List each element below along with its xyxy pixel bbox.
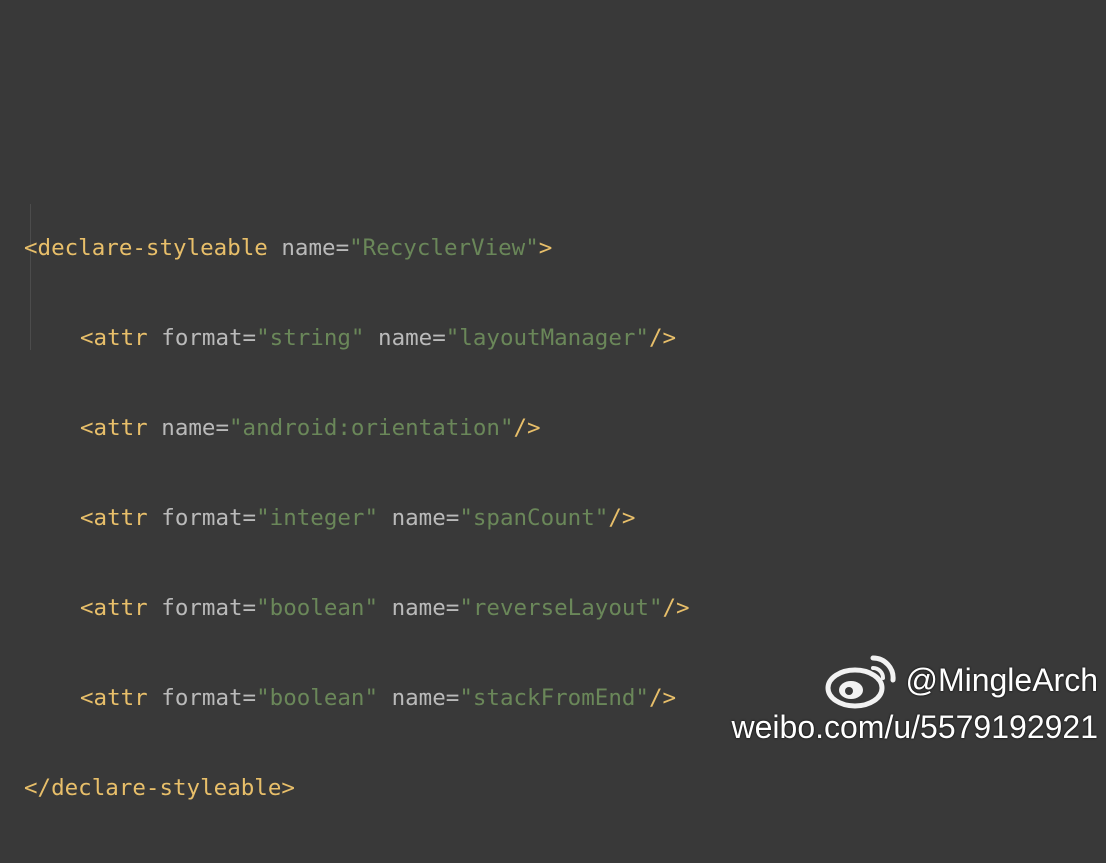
- code-line-3: <attr name="android:orientation"/>: [24, 413, 690, 443]
- weibo-logo-icon: [825, 655, 896, 709]
- attr-format: format=: [161, 685, 257, 711]
- tag-close: />: [513, 415, 541, 441]
- watermark-top: @MingleArch: [732, 650, 1098, 710]
- watermark-url: weibo.com/u/5579192921: [731, 709, 1099, 745]
- attr-format: format=: [161, 595, 257, 621]
- tag-close: />: [648, 685, 677, 711]
- code-line-2: <attr format="string" name="layoutManage…: [24, 323, 690, 353]
- attr-name-value: "reverseLayout": [459, 595, 663, 621]
- code-block[interactable]: <declare-styleable name="RecyclerView"> …: [24, 173, 690, 863]
- attr-name: name=: [378, 685, 460, 711]
- code-line-1: <declare-styleable name="RecyclerView">: [24, 233, 690, 263]
- tag-close: />: [662, 595, 690, 621]
- attr-name-value: "stackFromEnd": [459, 685, 649, 711]
- attr-name: name=: [378, 505, 460, 531]
- code-line-6: <attr format="boolean" name="stackFromEn…: [24, 683, 690, 713]
- attr-name: name=: [281, 235, 350, 261]
- attr-name: name=: [161, 415, 230, 441]
- tag-close: >: [538, 235, 553, 261]
- attr-format-value: "boolean": [256, 595, 379, 621]
- tag-close: />: [608, 505, 636, 531]
- code-line-7: </declare-styleable>: [24, 773, 690, 803]
- attr-name-value: "android:orientation": [229, 415, 514, 441]
- attr-name: name=: [378, 595, 460, 621]
- attr-format: format=: [161, 325, 257, 351]
- tag-close: />: [648, 325, 677, 351]
- watermark: @MingleArch weibo.com/u/5579192921: [731, 650, 1099, 745]
- code-line-4: <attr format="integer" name="spanCount"/…: [24, 503, 690, 533]
- tag-open: <attr: [80, 505, 162, 531]
- code-editor[interactable]: <declare-styleable name="RecyclerView"> …: [0, 0, 1106, 801]
- attr-name: name=: [364, 325, 446, 351]
- attr-format-value: "string": [256, 325, 365, 351]
- attr-name-value: "spanCount": [459, 505, 609, 531]
- tag-open: <declare-styleable: [24, 235, 282, 261]
- watermark-handle: @MingleArch: [905, 662, 1098, 698]
- tag-open: <attr: [80, 325, 162, 351]
- attr-format-value: "boolean": [256, 685, 379, 711]
- attr-value: "RecyclerView": [349, 235, 539, 261]
- attr-name-value: "layoutManager": [445, 325, 649, 351]
- tag-end: </declare-styleable>: [24, 775, 295, 801]
- code-line-5: <attr format="boolean" name="reverseLayo…: [24, 593, 690, 623]
- attr-format-value: "integer": [256, 505, 379, 531]
- tag-open: <attr: [80, 595, 162, 621]
- tag-open: <attr: [80, 685, 162, 711]
- tag-open: <attr: [80, 415, 162, 441]
- attr-format: format=: [161, 505, 257, 531]
